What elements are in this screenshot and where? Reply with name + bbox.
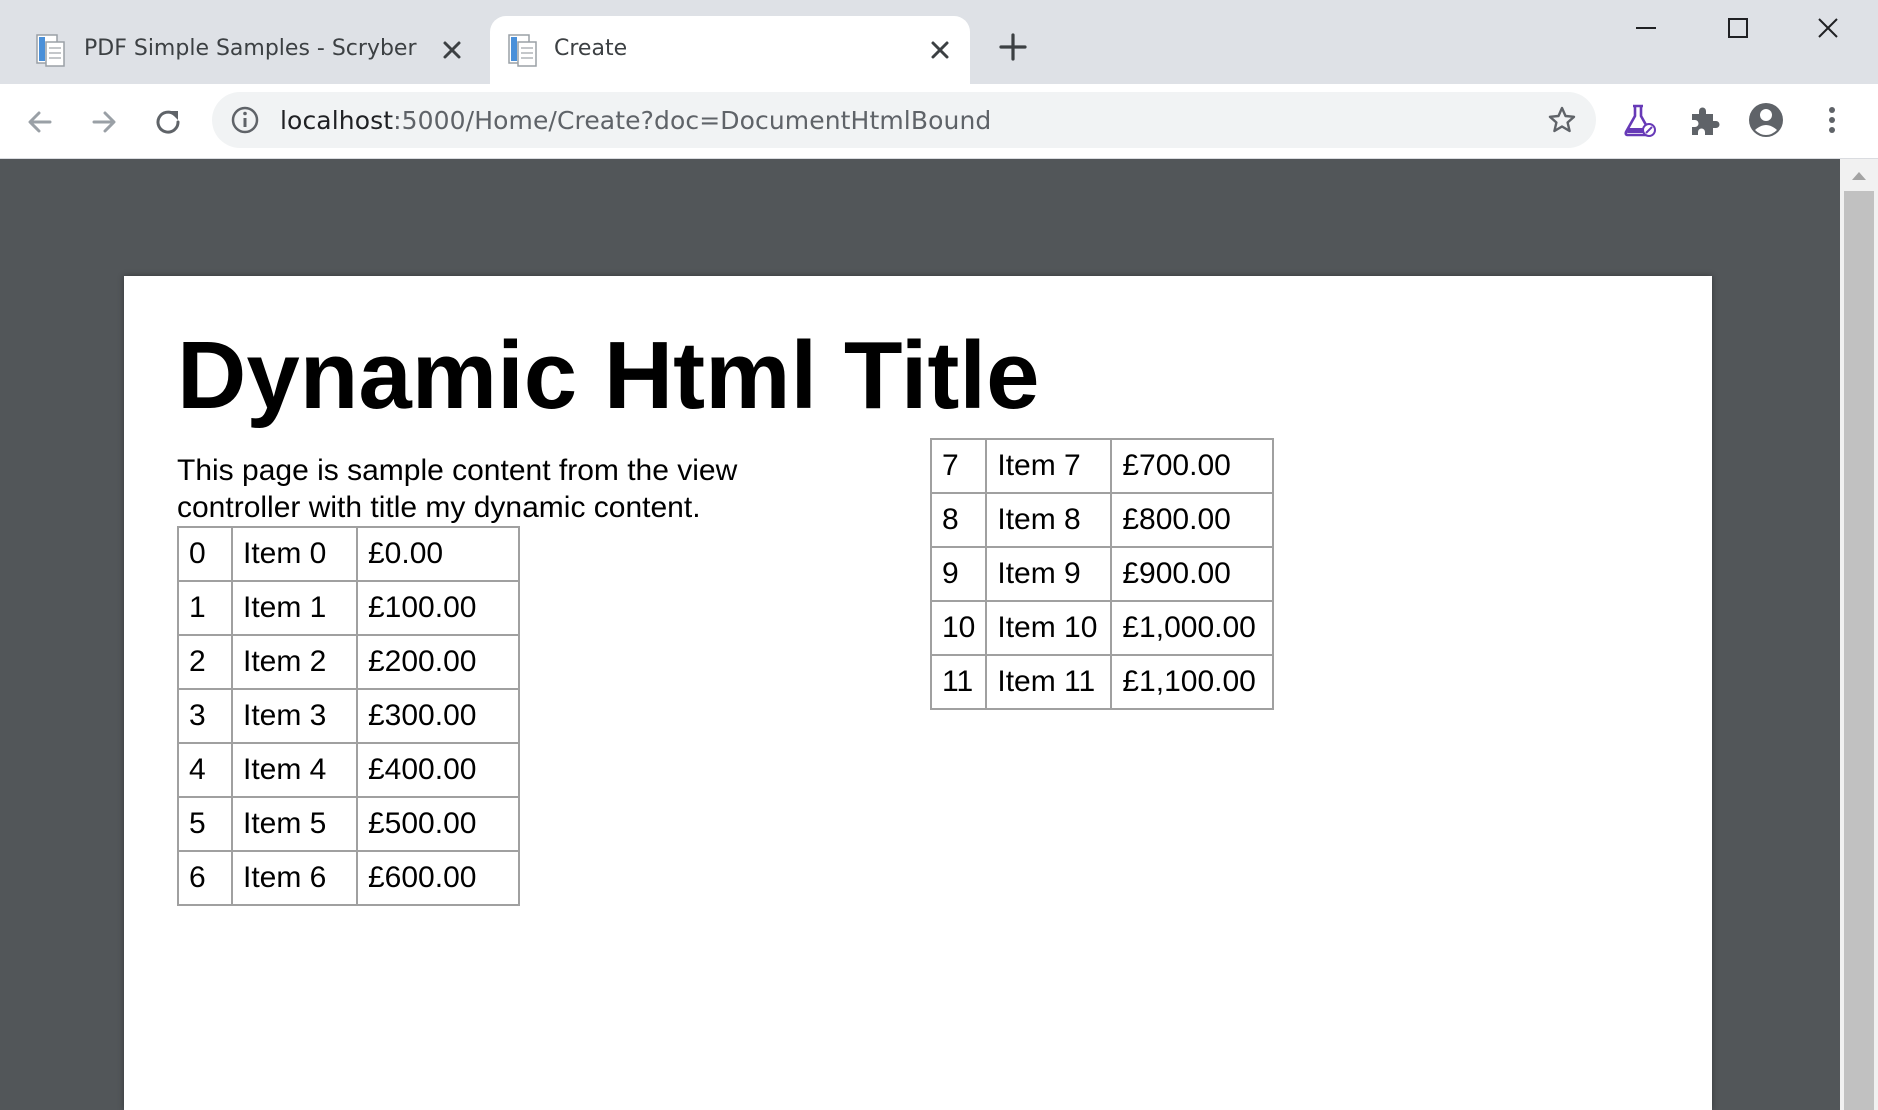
table-row: 0 Item 0 £0.00 — [177, 526, 520, 582]
item-id-cell: 4 — [177, 742, 233, 798]
tab-title: Create — [554, 36, 628, 61]
table-row: 4 Item 4 £400.00 — [177, 742, 520, 798]
maximize-icon[interactable] — [1710, 8, 1766, 48]
item-name-cell: Item 5 — [231, 796, 358, 852]
table-row: 8 Item 8 £800.00 — [929, 492, 1275, 548]
item-name-cell: Item 2 — [231, 634, 358, 690]
star-icon[interactable] — [1546, 104, 1578, 136]
account-circle-icon[interactable] — [1746, 100, 1786, 140]
flask-icon[interactable] — [1618, 100, 1658, 140]
item-price-cell: £1,100.00 — [1110, 654, 1275, 710]
scroll-thumb[interactable] — [1844, 191, 1874, 1110]
table-row: 11 Item 11 £1,100.00 — [929, 654, 1275, 710]
address-bar[interactable]: localhost:5000/Home/Create?doc=DocumentH… — [212, 92, 1596, 148]
item-id-cell: 2 — [177, 634, 233, 690]
item-id-cell: 10 — [929, 600, 988, 656]
arrow-right-icon[interactable] — [84, 102, 124, 142]
url-text[interactable]: localhost:5000/Home/Create?doc=DocumentH… — [280, 106, 991, 135]
item-id-cell: 9 — [929, 546, 988, 602]
tab-pdf-simple-samples[interactable]: PDF Simple Samples - Scryber — [20, 16, 482, 84]
tab-create[interactable]: Create — [490, 16, 970, 84]
item-id-cell: 5 — [177, 796, 233, 852]
item-price-cell: £800.00 — [1110, 492, 1275, 548]
item-id-cell: 7 — [929, 438, 988, 494]
document-paragraph: This page is sample content from the vie… — [177, 454, 738, 524]
table-row: 2 Item 2 £200.00 — [177, 634, 520, 690]
url-path: :5000/Home/Create?doc=DocumentHtmlBound — [393, 106, 992, 135]
item-name-cell: Item 9 — [985, 546, 1113, 602]
item-price-cell: £1,000.00 — [1110, 600, 1275, 656]
item-id-cell: 8 — [929, 492, 988, 548]
info-icon[interactable] — [230, 105, 260, 135]
item-id-cell: 3 — [177, 688, 233, 744]
pdf-page: Dynamic Html Title This page is sample c… — [124, 276, 1712, 1110]
document-title: Dynamic Html Title — [177, 322, 1040, 429]
table-row: 3 Item 3 £300.00 — [177, 688, 520, 744]
plus-icon[interactable] — [996, 30, 1030, 64]
item-price-cell: £300.00 — [356, 688, 520, 744]
table-row: 1 Item 1 £100.00 — [177, 580, 520, 636]
vertical-scrollbar[interactable] — [1840, 159, 1878, 1110]
close-icon[interactable] — [438, 36, 466, 64]
table-row: 9 Item 9 £900.00 — [929, 546, 1275, 602]
tab-strip: PDF Simple Samples - Scryber Create — [0, 0, 1878, 84]
item-name-cell: Item 11 — [985, 654, 1113, 710]
item-id-cell: 1 — [177, 580, 233, 636]
document-icon — [36, 34, 65, 67]
table-row: 6 Item 6 £600.00 — [177, 850, 520, 906]
window-close-icon[interactable] — [1800, 8, 1856, 48]
arrow-left-icon[interactable] — [20, 102, 60, 142]
close-icon[interactable] — [926, 36, 954, 64]
item-price-cell: £0.00 — [356, 526, 520, 582]
document-icon — [508, 34, 537, 67]
items-table-left: 0 Item 0 £0.00 1 Item 1 £100.00 2 Item 2 £200.00… — [177, 526, 520, 906]
minimize-icon[interactable] — [1618, 8, 1674, 48]
item-name-cell: Item 3 — [231, 688, 358, 744]
item-price-cell: £700.00 — [1110, 438, 1275, 494]
item-id-cell: 11 — [929, 654, 988, 710]
item-name-cell: Item 6 — [231, 850, 358, 906]
more-vert-icon[interactable] — [1812, 100, 1852, 140]
url-host: localhost — [280, 106, 394, 135]
item-id-cell: 0 — [177, 526, 233, 582]
items-table-right: 7 Item 7 £700.00 8 Item 8 £800.00 9 Item 9 £900.… — [929, 438, 1275, 710]
item-name-cell: Item 7 — [985, 438, 1113, 494]
puzzle-icon[interactable] — [1684, 100, 1724, 140]
item-price-cell: £600.00 — [356, 850, 520, 906]
scroll-up-icon[interactable] — [1850, 169, 1868, 183]
item-price-cell: £400.00 — [356, 742, 520, 798]
item-name-cell: Item 10 — [985, 600, 1113, 656]
item-price-cell: £500.00 — [356, 796, 520, 852]
reload-icon[interactable] — [148, 102, 188, 142]
item-price-cell: £100.00 — [356, 580, 520, 636]
table-row: 7 Item 7 £700.00 — [929, 438, 1275, 494]
table-row: 10 Item 10 £1,000.00 — [929, 600, 1275, 656]
browser-toolbar: localhost:5000/Home/Create?doc=DocumentH… — [0, 84, 1878, 159]
table-row: 5 Item 5 £500.00 — [177, 796, 520, 852]
tab-title: PDF Simple Samples - Scryber — [84, 36, 417, 61]
item-price-cell: £200.00 — [356, 634, 520, 690]
item-name-cell: Item 4 — [231, 742, 358, 798]
item-name-cell: Item 0 — [231, 526, 358, 582]
item-price-cell: £900.00 — [1110, 546, 1275, 602]
item-id-cell: 6 — [177, 850, 233, 906]
item-name-cell: Item 8 — [985, 492, 1113, 548]
item-name-cell: Item 1 — [231, 580, 358, 636]
